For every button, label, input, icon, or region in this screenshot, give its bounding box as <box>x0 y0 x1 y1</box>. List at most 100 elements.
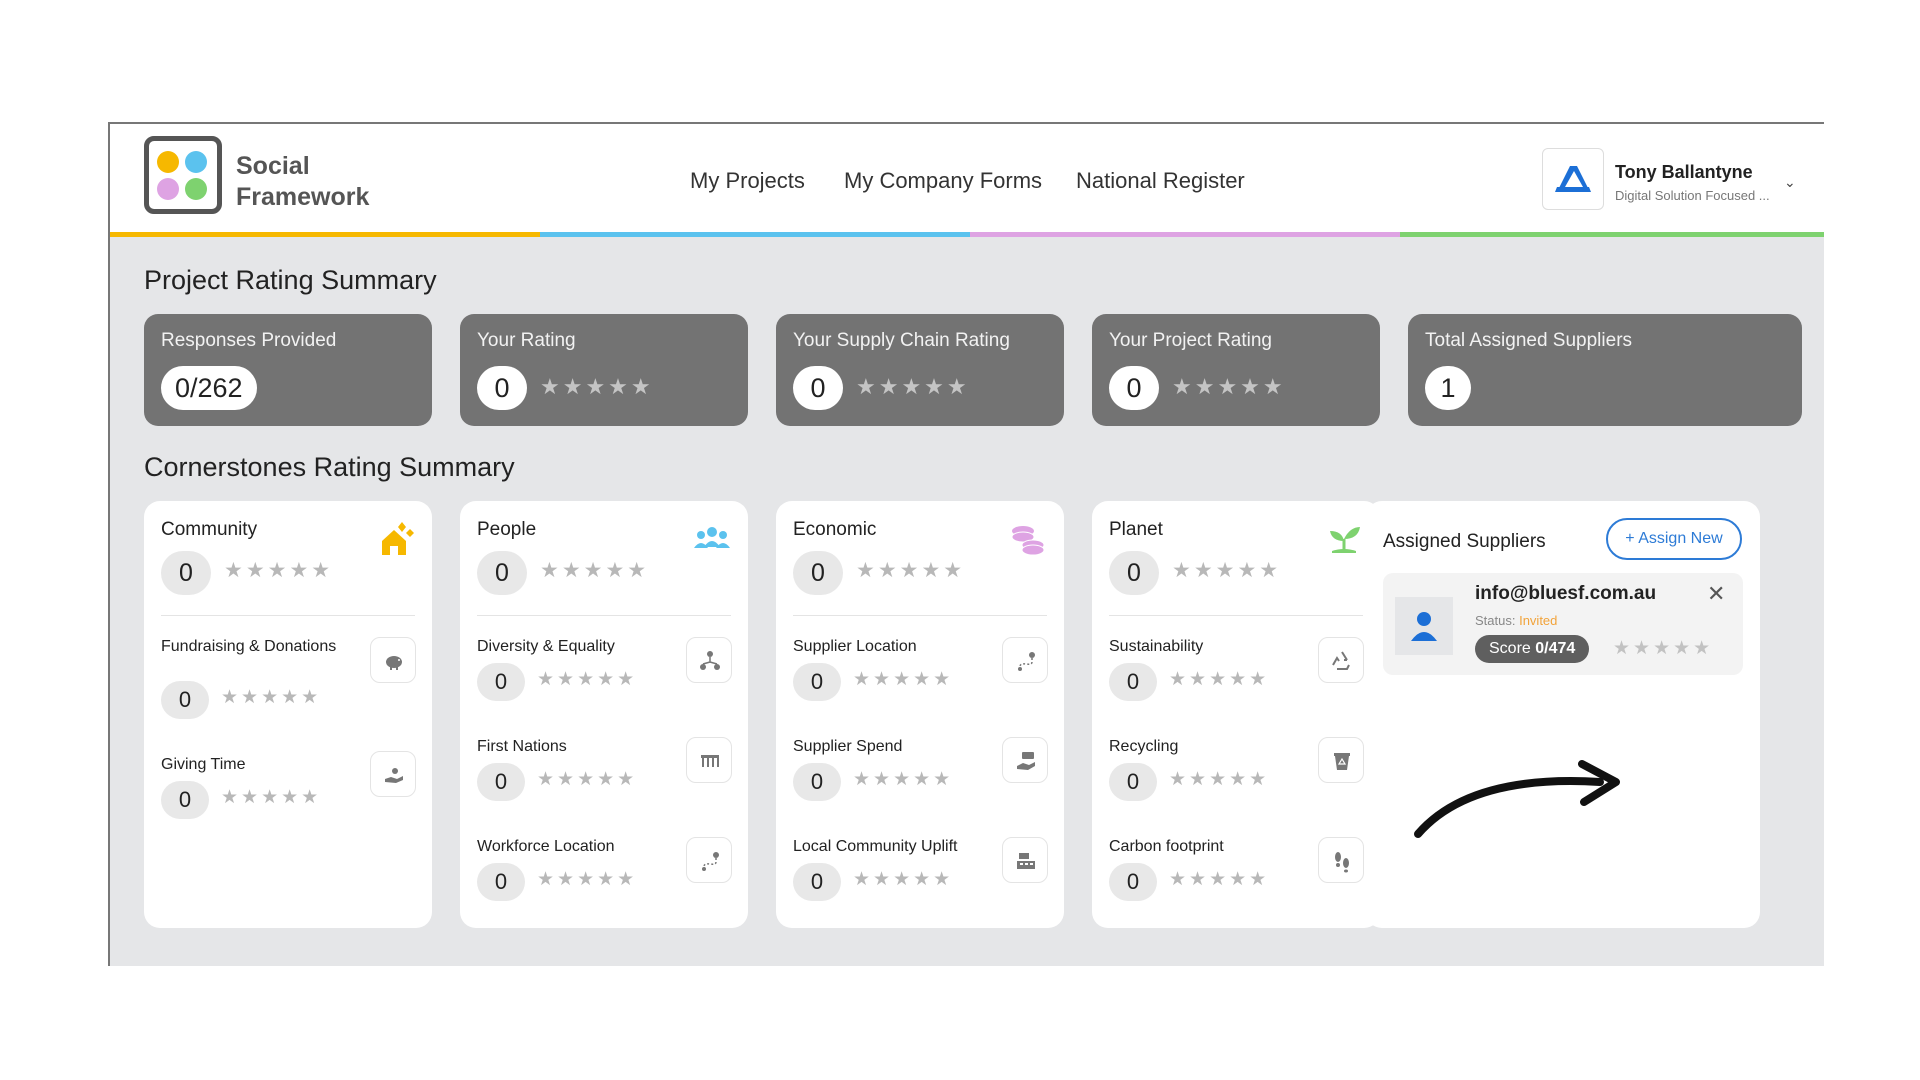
house-hands-icon <box>376 519 416 559</box>
divider <box>1109 615 1363 616</box>
cornerstone-title: Planet <box>1109 519 1163 540</box>
sub-rating-value: 0 <box>793 663 841 701</box>
cornerstone-value: 0 <box>793 551 843 595</box>
sub-rating-label: Workforce Location <box>477 838 615 855</box>
brand-name: Social Framework <box>236 152 370 211</box>
sub-rating-value: 0 <box>793 763 841 801</box>
user-name[interactable]: Tony Ballantyne <box>1615 162 1753 183</box>
rating-value: 0 <box>1109 366 1159 410</box>
sub-rating-stars: ★★★★★ <box>853 669 954 690</box>
status-label: Status: <box>1475 613 1516 628</box>
project-rating-summary-title: Project Rating Summary <box>144 265 437 295</box>
sub-rating-stars: ★★★★★ <box>537 669 638 690</box>
divider <box>477 615 731 616</box>
score-value: 0/474 <box>1535 640 1576 657</box>
cornerstone-value: 0 <box>161 551 211 595</box>
company-logo-icon[interactable] <box>1542 148 1604 210</box>
responses-provided-card: Responses Provided 0/262 <box>144 314 432 426</box>
nav-my-company-forms[interactable]: My Company Forms <box>844 168 1042 194</box>
sub-rating-value: 0 <box>477 663 525 701</box>
recycle-bin-icon <box>1318 737 1364 783</box>
sub-rating-label: Supplier Location <box>793 638 917 655</box>
divider <box>793 615 1047 616</box>
logo-icon[interactable] <box>144 136 222 214</box>
route-pin-icon <box>686 837 732 883</box>
user-company: Digital Solution Focused ... <box>1615 188 1770 203</box>
score-label: Score <box>1489 640 1531 657</box>
card-label: Your Rating <box>477 330 576 351</box>
close-icon[interactable]: ✕ <box>1707 581 1725 607</box>
hand-heart-icon <box>370 751 416 797</box>
sub-rating-value: 0 <box>1109 663 1157 701</box>
status-value: Invited <box>1519 613 1558 628</box>
sub-rating-value: 0 <box>477 763 525 801</box>
color-stripe-pink <box>970 232 1400 237</box>
cash-register-icon <box>1002 837 1048 883</box>
user-avatar-icon <box>1395 597 1453 655</box>
economic-card: Economic 0 ★★★★★ Supplier Location 0 ★★★… <box>776 501 1064 928</box>
sub-rating-stars: ★★★★★ <box>853 769 954 790</box>
cornerstone-value: 0 <box>477 551 527 595</box>
assign-new-button[interactable]: + Assign New <box>1606 518 1742 560</box>
sub-rating-label: Fundraising & Donations <box>161 638 337 655</box>
footprints-icon <box>1318 837 1364 883</box>
supplier-stars: ★★★★★ <box>1613 638 1714 659</box>
piggy-bank-icon <box>370 637 416 683</box>
app-window: Social Framework My Projects My Company … <box>108 122 1824 966</box>
rating-stars: ★★★★★ <box>540 374 654 399</box>
sub-rating-value: 0 <box>1109 763 1157 801</box>
sub-rating-value: 0 <box>161 681 209 719</box>
planet-card: Planet 0 ★★★★★ Sustainability 0 ★★★★★ Re… <box>1092 501 1380 928</box>
cornerstones-rating-summary-title: Cornerstones Rating Summary <box>144 452 515 482</box>
rating-stars: ★★★★★ <box>1172 374 1286 399</box>
project-rating-card: Your Project Rating 0 ★★★★★ <box>1092 314 1380 426</box>
cornerstone-title: Community <box>161 519 258 540</box>
assigned-suppliers-title: Assigned Suppliers <box>1383 531 1546 552</box>
sub-rating-stars: ★★★★★ <box>853 869 954 890</box>
rating-value: 0 <box>793 366 843 410</box>
top-header: Social Framework My Projects My Company … <box>110 124 1824 232</box>
route-pin-icon <box>1002 637 1048 683</box>
sub-rating-label: Giving Time <box>161 756 246 773</box>
chevron-down-icon[interactable]: ⌄ <box>1784 174 1796 191</box>
sprout-icon <box>1324 519 1364 559</box>
sub-rating-label: First Nations <box>477 738 567 755</box>
total-assigned-suppliers-card: Total Assigned Suppliers 1 <box>1408 314 1802 426</box>
divider <box>161 615 415 616</box>
card-label: Your Supply Chain Rating <box>793 330 1010 351</box>
color-stripe-blue <box>540 232 970 237</box>
nav-national-register[interactable]: National Register <box>1076 168 1245 194</box>
your-rating-card: Your Rating 0 ★★★★★ <box>460 314 748 426</box>
sub-rating-label: Supplier Spend <box>793 738 903 755</box>
suppliers-count: 1 <box>1425 366 1471 410</box>
sub-rating-label: Carbon footprint <box>1109 838 1224 855</box>
supply-chain-rating-card: Your Supply Chain Rating 0 ★★★★★ <box>776 314 1064 426</box>
coins-icon <box>1008 519 1048 559</box>
color-stripe-green <box>1400 232 1824 237</box>
people-card: People 0 ★★★★★ Diversity & Equality 0 ★★… <box>460 501 748 928</box>
community-card: Community 0 ★★★★★ Fundraising & Donation… <box>144 501 432 928</box>
card-label: Responses Provided <box>161 330 337 351</box>
cornerstone-stars: ★★★★★ <box>224 559 334 582</box>
card-label: Your Project Rating <box>1109 330 1273 351</box>
cornerstone-stars: ★★★★★ <box>1172 559 1282 582</box>
supplier-list-item[interactable]: info@bluesf.com.au ✕ Status: Invited Sco… <box>1383 573 1743 675</box>
sub-rating-value: 0 <box>1109 863 1157 901</box>
cornerstone-title: Economic <box>793 519 877 540</box>
sub-rating-stars: ★★★★★ <box>1169 769 1270 790</box>
sub-rating-stars: ★★★★★ <box>1169 669 1270 690</box>
sub-rating-value: 0 <box>161 781 209 819</box>
sub-rating-label: Local Community Uplift <box>793 838 958 855</box>
supplier-status: Status: Invited <box>1475 613 1557 628</box>
supplier-email: info@bluesf.com.au <box>1475 583 1657 604</box>
sub-rating-stars: ★★★★★ <box>537 769 638 790</box>
recycle-icon <box>1318 637 1364 683</box>
cornerstone-value: 0 <box>1109 551 1159 595</box>
responses-value: 0/262 <box>161 366 257 410</box>
sub-rating-label: Sustainability <box>1109 638 1204 655</box>
sub-rating-stars: ★★★★★ <box>221 687 322 708</box>
network-people-icon <box>686 637 732 683</box>
nav-my-projects[interactable]: My Projects <box>690 168 805 194</box>
score-badge: Score 0/474 <box>1475 635 1590 663</box>
people-group-icon <box>692 519 732 559</box>
